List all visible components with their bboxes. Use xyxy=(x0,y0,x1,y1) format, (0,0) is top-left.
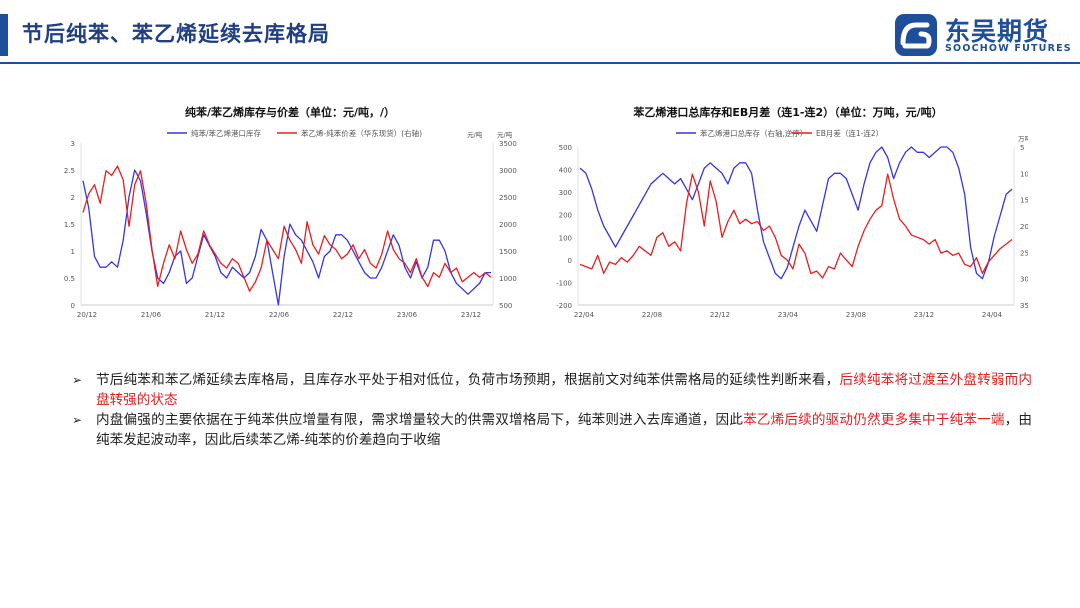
bullet-text: 内盘偏强的主要依据在于纯苯供应增量有限，需求增量较大的供需双增格局下，纯苯则进入… xyxy=(96,412,744,428)
arrow-bullet-icon: ➢ xyxy=(72,373,83,387)
x-tick-label: 21/12 xyxy=(205,311,225,319)
bullet-item: ➢ 节后纯苯和苯乙烯延续去库格局，且库存水平处于相对低位，负荷市场预期，根据前文… xyxy=(72,370,1032,410)
x-tick-label: 23/06 xyxy=(397,311,418,319)
inventory-spread-chart: 纯苯/苯乙烯库存与价差（单位：元/吨，/） 纯苯/苯乙烯港口库存 苯乙烯-纯苯价差（… xyxy=(64,105,517,319)
x-tick-label: 20/12 xyxy=(77,311,97,319)
y-right-unit: 元/吨 xyxy=(497,130,513,139)
y-right-tick-label: 1000 xyxy=(499,275,517,283)
y-right-tick-label: 35 xyxy=(1020,302,1028,310)
page-title: 节后纯苯、苯乙烯延续去库格局 xyxy=(22,21,330,46)
y-right-tick-label: 1500 xyxy=(499,248,517,256)
y-right-tick-label: 5 xyxy=(1020,144,1024,152)
y-right-tick-label: 3500 xyxy=(499,140,517,148)
soochow-logo-icon xyxy=(895,14,937,56)
chart-title: 苯乙烯港口总库存和EB月差（连1-连2）（单位：万吨，元/吨） xyxy=(632,105,942,119)
y-left-tick-label: 1.5 xyxy=(64,221,75,229)
series-line xyxy=(579,173,1013,279)
bullet-text: 节后纯苯和苯乙烯延续去库格局，且库存水平处于相对低位，负荷市场预期，根据前文对纯… xyxy=(96,372,840,388)
x-tick-label: 23/04 xyxy=(778,311,799,319)
eb-inventory-spread-chart: 苯乙烯港口总库存和EB月差（连1-连2）（单位：万吨，元/吨） 苯乙烯港口总库存（… xyxy=(556,105,1028,319)
y-left-tick-label: 0 xyxy=(71,302,75,310)
x-tick-label: 23/12 xyxy=(461,311,481,319)
bullet-highlight: 苯乙烯后续的驱动仍然更多集中于纯苯一端 xyxy=(743,412,1005,428)
y-left-tick-label: 0.5 xyxy=(64,275,75,283)
y-left-tick-label: -100 xyxy=(556,279,572,287)
y-left-tick-label: 100 xyxy=(559,234,572,242)
y-left-tick-label: 1 xyxy=(71,248,75,256)
y-left-tick-label: 3 xyxy=(71,140,75,148)
y-right-tick-label: 500 xyxy=(499,302,512,310)
x-tick-label: 24/04 xyxy=(982,311,1003,319)
header-divider xyxy=(0,62,1080,64)
y-right-unit: 万吨 xyxy=(1018,134,1028,143)
y-right-tick-label: 3000 xyxy=(499,167,517,175)
y-left-tick-label: 500 xyxy=(559,144,572,152)
y-left-unit: 元/吨 xyxy=(467,130,483,139)
y-right-tick-label: 2500 xyxy=(499,194,517,202)
bullet-item: ➢ 内盘偏强的主要依据在于纯苯供应增量有限，需求增量较大的供需双增格局下，纯苯则… xyxy=(72,410,1032,450)
y-left-tick-label: 300 xyxy=(559,189,572,197)
y-left-tick-label: 2 xyxy=(71,194,75,202)
legend-label: 纯苯/苯乙烯港口库存 xyxy=(191,128,262,138)
header-accent-bar xyxy=(0,14,8,56)
x-tick-label: 22/08 xyxy=(642,311,662,319)
x-tick-label: 21/06 xyxy=(141,311,162,319)
y-left-tick-label: -200 xyxy=(556,302,572,310)
y-right-tick-label: 20 xyxy=(1020,223,1028,231)
legend-label: 苯乙烯-纯苯价差（华东现货）(右轴) xyxy=(301,128,422,138)
chart-title: 纯苯/苯乙烯库存与价差（单位：元/吨，/） xyxy=(185,105,395,119)
y-left-tick-label: 2.5 xyxy=(64,167,75,175)
x-tick-label: 22/12 xyxy=(710,311,730,319)
logo-english-name: SOOCHOW FUTURES xyxy=(945,43,1072,54)
y-left-tick-label: 400 xyxy=(559,167,572,175)
legend-label: EB月差（连1-连2） xyxy=(816,128,883,138)
y-left-tick-label: 200 xyxy=(559,212,572,220)
y-right-tick-label: 25 xyxy=(1020,249,1028,257)
company-logo: 东吴期货 SOOCHOW FUTURES xyxy=(893,12,1073,58)
x-tick-label: 22/04 xyxy=(574,311,595,319)
arrow-bullet-icon: ➢ xyxy=(72,413,83,427)
x-tick-label: 23/08 xyxy=(846,311,866,319)
y-right-tick-label: 2000 xyxy=(499,221,517,229)
commentary-bullets: ➢ 节后纯苯和苯乙烯延续去库格局，且库存水平处于相对低位，负荷市场预期，根据前文… xyxy=(72,370,1032,450)
x-tick-label: 22/12 xyxy=(333,311,353,319)
y-right-tick-label: 10 xyxy=(1020,170,1028,178)
y-right-tick-label: 15 xyxy=(1020,197,1028,205)
legend-label: 苯乙烯港口总库存（右轴,逆序） xyxy=(700,128,807,138)
series-line xyxy=(82,165,492,292)
y-right-tick-label: 30 xyxy=(1020,276,1028,284)
y-left-tick-label: 0 xyxy=(568,257,572,265)
x-tick-label: 22/06 xyxy=(269,311,290,319)
x-tick-label: 23/12 xyxy=(914,311,934,319)
